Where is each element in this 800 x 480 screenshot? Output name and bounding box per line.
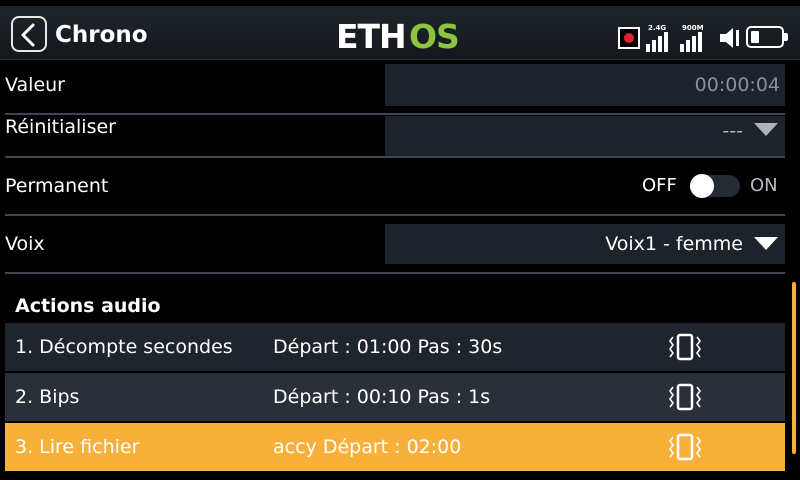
signal-900m-icon: 900M xyxy=(678,24,708,52)
divider xyxy=(5,156,785,158)
reinitialiser-value: --- xyxy=(722,120,743,142)
section-title: Actions audio xyxy=(15,295,161,317)
valeur-value: 00:00:04 xyxy=(694,74,780,96)
vibrate-icon xyxy=(669,383,701,411)
chevron-down-icon xyxy=(754,123,778,136)
volume-icon xyxy=(720,28,739,48)
page-title: Chrono xyxy=(55,22,148,48)
svg-text:ETH: ETH xyxy=(336,18,406,54)
action-detail: accy Départ : 02:00 xyxy=(273,436,462,458)
voix-row: Voix Voix1 - femme xyxy=(0,224,785,266)
action-name: 1. Décompte secondes xyxy=(15,336,233,358)
divider xyxy=(5,272,785,274)
voix-label: Voix xyxy=(5,233,45,255)
reinitialiser-label: Réinitialiser xyxy=(5,116,116,138)
chevron-left-icon xyxy=(21,23,35,47)
permanent-label: Permanent xyxy=(5,175,109,197)
divider xyxy=(5,214,785,216)
toggle-knob[interactable] xyxy=(690,174,714,198)
chevron-down-icon xyxy=(754,237,778,250)
signal-2g4-label: 2.4G xyxy=(648,24,667,32)
voix-value: Voix1 - femme xyxy=(605,233,743,255)
list-item[interactable]: 2. Bips Départ : 00:10 Pas : 1s xyxy=(5,373,785,421)
scrollbar[interactable] xyxy=(792,282,796,454)
record-icon xyxy=(618,27,640,49)
valeur-label: Valeur xyxy=(5,74,65,96)
permanent-row: Permanent OFF ON xyxy=(0,166,785,206)
toggle-on-label: ON xyxy=(750,175,778,196)
valeur-row: Valeur 00:00:04 xyxy=(0,64,785,108)
list-item-selected[interactable]: 3. Lire fichier accy Départ : 02:00 xyxy=(5,423,785,471)
toggle-off-label: OFF xyxy=(642,175,677,196)
ethos-logo: ETH OS xyxy=(336,18,460,54)
battery-icon xyxy=(746,26,788,48)
list-item[interactable]: 1. Décompte secondes Départ : 01:00 Pas … xyxy=(5,323,785,371)
action-name: 2. Bips xyxy=(15,386,80,408)
toggle-track[interactable] xyxy=(690,174,740,198)
action-name: 3. Lire fichier xyxy=(15,436,140,458)
reinitialiser-row: Réinitialiser --- xyxy=(0,108,785,156)
voix-dropdown[interactable]: Voix1 - femme xyxy=(385,224,785,264)
action-detail: Départ : 00:10 Pas : 1s xyxy=(273,386,491,408)
bottom-edge xyxy=(0,474,800,480)
back-button[interactable] xyxy=(11,16,47,52)
valeur-field[interactable]: 00:00:04 xyxy=(385,64,785,106)
svg-text:OS: OS xyxy=(409,18,459,54)
header: Chrono ETH OS 2.4G 900M xyxy=(0,0,800,66)
status-bar: 2.4G 900M xyxy=(614,18,794,54)
signal-900m-label: 900M xyxy=(682,24,704,32)
signal-2g4-icon: 2.4G xyxy=(644,24,674,52)
permanent-toggle[interactable]: OFF ON xyxy=(635,166,785,206)
reinitialiser-dropdown[interactable]: --- xyxy=(385,116,785,156)
action-detail: Départ : 01:00 Pas : 30s xyxy=(273,336,503,358)
vibrate-icon xyxy=(669,333,701,361)
header-bar: Chrono ETH OS 2.4G 900M xyxy=(0,6,800,60)
vibrate-icon xyxy=(669,433,701,461)
